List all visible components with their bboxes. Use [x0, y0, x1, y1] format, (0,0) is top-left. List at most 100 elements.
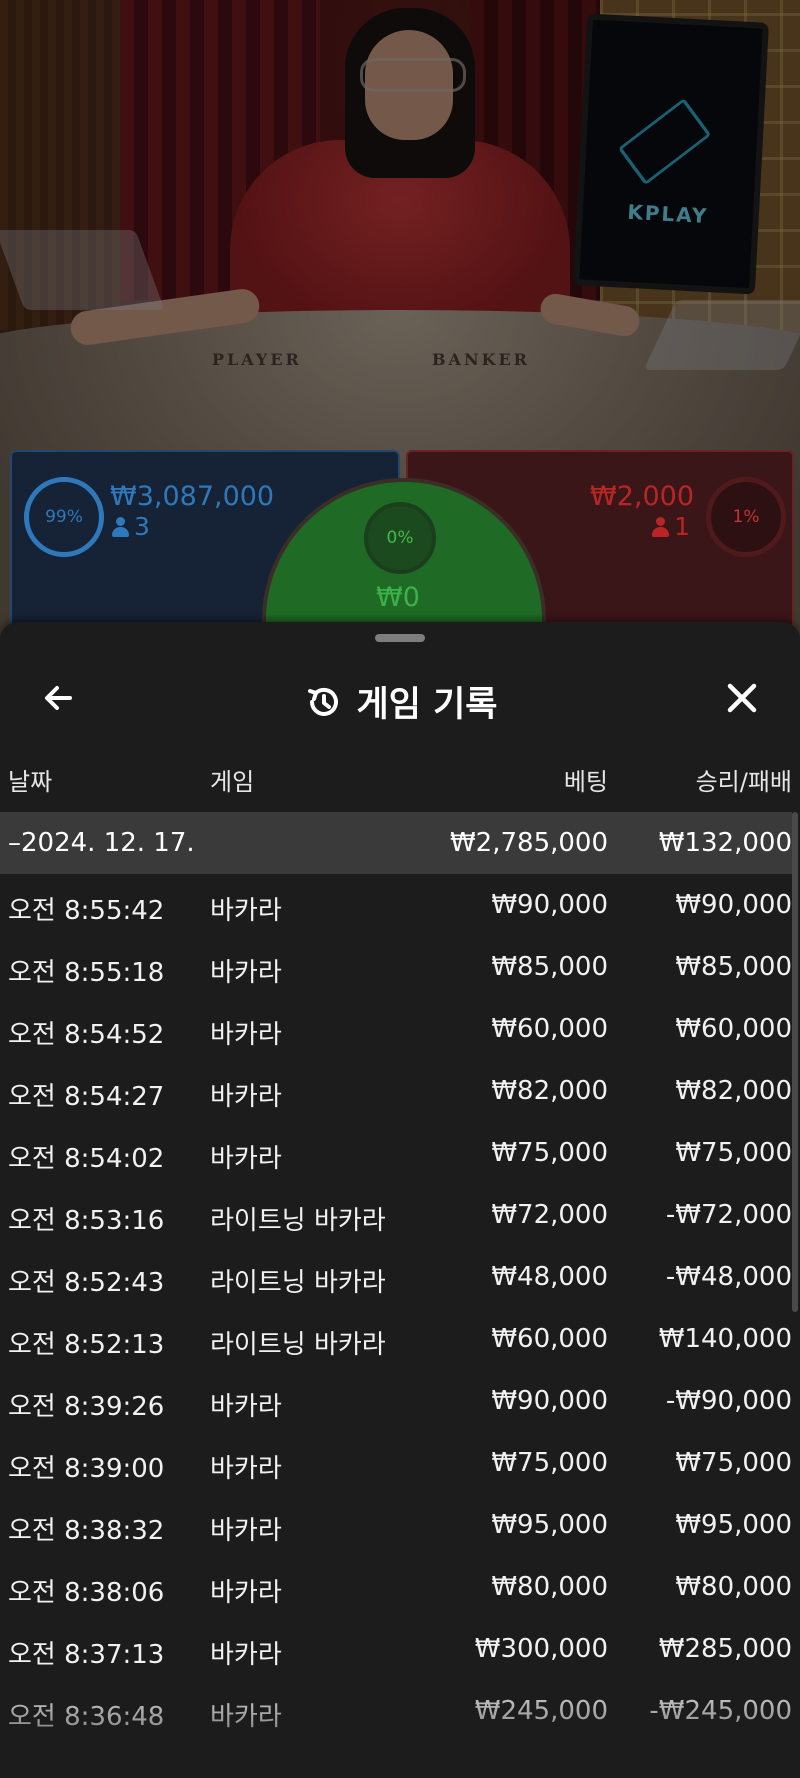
banker-bettor-count: 1: [652, 512, 690, 541]
row-result: ₩80,000: [675, 1572, 792, 1602]
history-row[interactable]: 오전 8:55:42 바카라 ₩90,000 ₩90,000: [0, 874, 792, 936]
sheet-title: 게임 기록: [356, 685, 498, 725]
day-bet-total: ₩2,785,000: [449, 828, 608, 858]
row-time: 오전 8:55:42: [8, 896, 165, 926]
history-row[interactable]: 오전 8:38:06 바카라 ₩80,000 ₩80,000: [0, 1556, 792, 1618]
row-bet: ₩72,000: [491, 1200, 608, 1230]
row-bet: ₩48,000: [491, 1262, 608, 1292]
row-time: 오전 8:38:32: [8, 1516, 165, 1546]
row-result: -₩90,000: [665, 1386, 792, 1416]
row-bet: ₩75,000: [491, 1138, 608, 1168]
history-row[interactable]: 오전 8:52:13 라이트닝 바카라 ₩60,000 ₩140,000: [0, 1308, 792, 1370]
row-time: 오전 8:53:16: [8, 1206, 165, 1236]
row-time: 오전 8:52:13: [8, 1330, 165, 1360]
history-row[interactable]: 오전 8:36:48 바카라 ₩245,000 -₩245,000: [0, 1680, 792, 1742]
row-bet: ₩60,000: [491, 1324, 608, 1354]
day-result-total: ₩132,000: [658, 828, 792, 858]
user-icon: [112, 516, 129, 537]
column-headers: 날짜 게임 베팅 승리/패배: [0, 762, 800, 796]
row-time: 오전 8:54:52: [8, 1020, 165, 1050]
user-icon: [652, 516, 670, 537]
row-game: 바카라: [210, 896, 282, 926]
row-bet: ₩75,000: [491, 1448, 608, 1478]
row-time: 오전 8:37:13: [8, 1640, 165, 1670]
row-time: 오전 8:55:18: [8, 958, 165, 988]
row-time: 오전 8:39:00: [8, 1454, 165, 1484]
row-time: 오전 8:52:43: [8, 1268, 165, 1298]
row-bet: ₩85,000: [491, 952, 608, 982]
day-group-row[interactable]: –2024. 12. 17. ₩2,785,000 ₩132,000: [0, 812, 792, 874]
row-bet: ₩82,000: [491, 1076, 608, 1106]
history-row[interactable]: 오전 8:54:02 바카라 ₩75,000 ₩75,000: [0, 1122, 792, 1184]
history-row[interactable]: 오전 8:55:18 바카라 ₩85,000 ₩85,000: [0, 936, 792, 998]
history-row[interactable]: 오전 8:54:52 바카라 ₩60,000 ₩60,000: [0, 998, 792, 1060]
row-result: ₩95,000: [675, 1510, 792, 1540]
close-icon: [727, 683, 757, 713]
player-bettor-count: 3: [112, 512, 150, 541]
player-percent: 99%: [24, 477, 104, 557]
row-game: 바카라: [210, 1640, 282, 1670]
row-result: ₩85,000: [675, 952, 792, 982]
row-result: -₩48,000: [665, 1262, 792, 1292]
row-game: 바카라: [210, 1578, 282, 1608]
row-game: 바카라: [210, 1702, 282, 1732]
row-bet: ₩245,000: [474, 1696, 608, 1726]
history-row[interactable]: 오전 8:52:43 라이트닝 바카라 ₩48,000 -₩48,000: [0, 1246, 792, 1308]
player-count-value: 3: [134, 512, 150, 541]
row-bet: ₩90,000: [491, 890, 608, 920]
history-row[interactable]: 오전 8:39:26 바카라 ₩90,000 -₩90,000: [0, 1370, 792, 1432]
sheet-title-group: 게임 기록: [0, 676, 800, 727]
history-row[interactable]: 오전 8:38:32 바카라 ₩95,000 ₩95,000: [0, 1494, 792, 1556]
row-result: ₩285,000: [658, 1634, 792, 1664]
row-game: 바카라: [210, 1454, 282, 1484]
row-game: 바카라: [210, 1020, 282, 1050]
tie-percent: 0%: [364, 502, 436, 574]
game-history-sheet: 게임 기록 날짜 게임 베팅 승리/패배 –2024. 12. 17. ₩2,7…: [0, 622, 800, 1778]
history-row[interactable]: 오전 8:54:27 바카라 ₩82,000 ₩82,000: [0, 1060, 792, 1122]
scrollbar[interactable]: [792, 812, 798, 1312]
column-bet: 베팅: [563, 768, 608, 796]
banker-count-value: 1: [674, 512, 690, 541]
history-icon: [307, 687, 338, 716]
row-result: ₩75,000: [675, 1138, 792, 1168]
row-bet: ₩60,000: [491, 1014, 608, 1044]
column-date: 날짜: [8, 768, 53, 796]
row-game: 바카라: [210, 1144, 282, 1174]
row-result: ₩60,000: [675, 1014, 792, 1044]
row-time: 오전 8:38:06: [8, 1578, 165, 1608]
row-game: 라이트닝 바카라: [210, 1268, 386, 1298]
row-time: 오전 8:39:26: [8, 1392, 165, 1422]
banker-bet-amount: ₩2,000: [590, 481, 694, 512]
row-bet: ₩300,000: [474, 1634, 608, 1664]
history-row[interactable]: 오전 8:37:13 바카라 ₩300,000 ₩285,000: [0, 1618, 792, 1680]
row-bet: ₩95,000: [491, 1510, 608, 1540]
drag-handle[interactable]: [375, 634, 425, 642]
banker-percent: 1%: [706, 477, 786, 557]
close-button[interactable]: [718, 674, 766, 722]
column-game: 게임: [210, 768, 255, 796]
player-bet-amount: ₩3,087,000: [110, 481, 275, 512]
row-bet: ₩80,000: [491, 1572, 608, 1602]
row-result: ₩90,000: [675, 890, 792, 920]
tie-bet-amount: ₩0: [376, 582, 420, 613]
row-game: 라이트닝 바카라: [210, 1330, 386, 1360]
row-result: -₩245,000: [649, 1696, 792, 1726]
row-time: 오전 8:54:27: [8, 1082, 165, 1112]
row-result: ₩75,000: [675, 1448, 792, 1478]
row-game: 라이트닝 바카라: [210, 1206, 386, 1236]
row-time: 오전 8:54:02: [8, 1144, 165, 1174]
row-time: 오전 8:36:48: [8, 1702, 165, 1732]
sheet-header: 게임 기록: [0, 662, 800, 732]
row-result: ₩140,000: [658, 1324, 792, 1354]
row-bet: ₩90,000: [491, 1386, 608, 1416]
history-row[interactable]: 오전 8:53:16 라이트닝 바카라 ₩72,000 -₩72,000: [0, 1184, 792, 1246]
history-list: 오전 8:55:42 바카라 ₩90,000 ₩90,000 오전 8:55:18 바카라…: [0, 874, 800, 1778]
row-result: -₩72,000: [665, 1200, 792, 1230]
history-row[interactable]: 오전 8:39:00 바카라 ₩75,000 ₩75,000: [0, 1432, 792, 1494]
column-result: 승리/패배: [695, 768, 792, 796]
day-label: –2024. 12. 17.: [8, 828, 195, 858]
row-game: 바카라: [210, 958, 282, 988]
row-game: 바카라: [210, 1082, 282, 1112]
row-game: 바카라: [210, 1392, 282, 1422]
row-result: ₩82,000: [675, 1076, 792, 1106]
